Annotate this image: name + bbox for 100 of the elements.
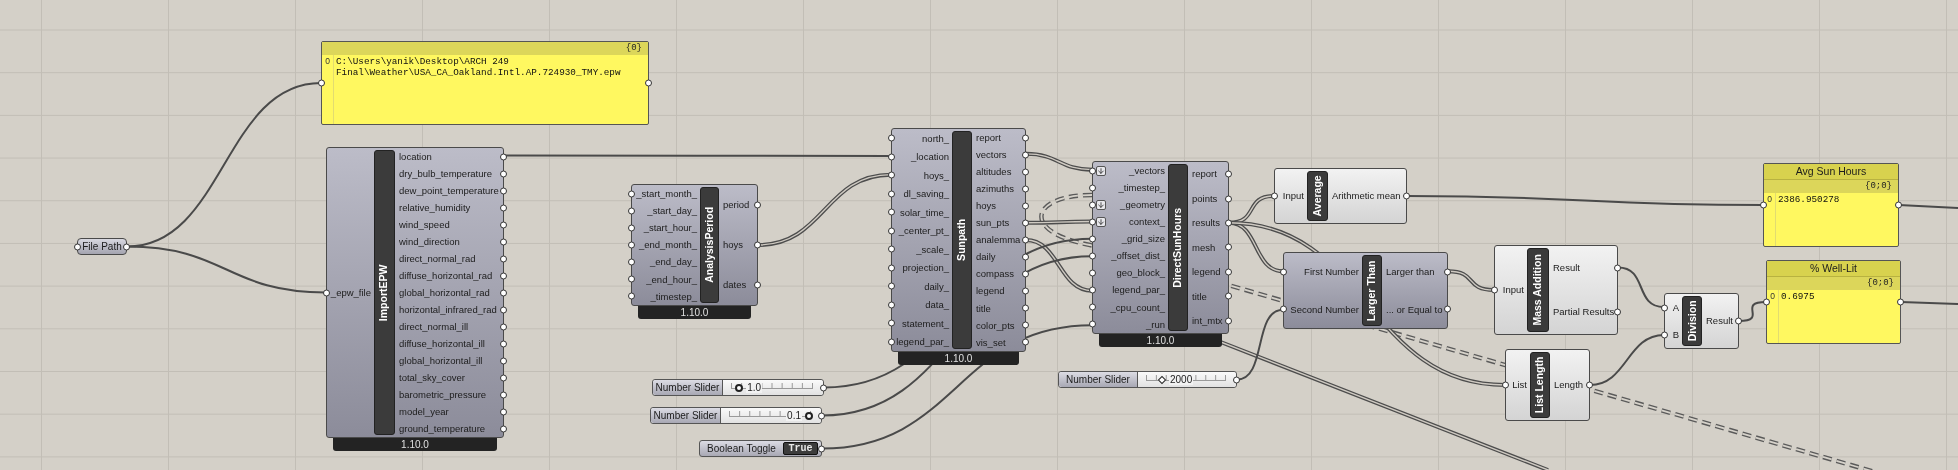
output-port[interactable] (1444, 268, 1451, 276)
output-port[interactable] (1735, 317, 1742, 325)
input-port[interactable] (628, 292, 635, 300)
output-port[interactable] (500, 170, 507, 177)
output-port[interactable] (1225, 317, 1232, 325)
input-port[interactable] (323, 289, 330, 296)
output-port[interactable] (500, 425, 507, 432)
input-port[interactable] (1760, 201, 1767, 209)
output-port[interactable] (1403, 192, 1410, 200)
output-port[interactable] (500, 153, 507, 160)
output-port[interactable] (500, 221, 507, 228)
input-port[interactable] (1089, 320, 1096, 328)
output-port[interactable] (1022, 202, 1029, 210)
input-port[interactable] (888, 338, 895, 346)
output-port[interactable] (1225, 170, 1232, 178)
input-port[interactable] (1280, 305, 1287, 313)
input-port[interactable] (1280, 268, 1287, 276)
output-port[interactable] (754, 241, 761, 249)
output-port[interactable] (1225, 195, 1232, 203)
input-port[interactable] (888, 227, 895, 235)
input-port[interactable] (1491, 286, 1498, 294)
parameter-node[interactable]: File Path (77, 238, 127, 255)
output-port[interactable] (1022, 270, 1029, 278)
input-port[interactable] (1089, 269, 1096, 277)
output-port[interactable] (500, 204, 507, 211)
output-port[interactable] (1225, 292, 1232, 300)
input-port[interactable] (888, 282, 895, 290)
flatten-icon[interactable] (1096, 216, 1106, 227)
output-port[interactable] (1022, 236, 1029, 244)
input-port[interactable] (888, 319, 895, 327)
input-port[interactable] (888, 245, 895, 253)
output-port[interactable] (500, 391, 507, 398)
output-port[interactable] (1444, 305, 1451, 313)
output-port[interactable] (500, 408, 507, 415)
output-port[interactable] (500, 272, 507, 279)
input-port[interactable] (74, 243, 81, 250)
output-port[interactable] (1022, 253, 1029, 261)
input-port[interactable] (628, 241, 635, 249)
input-port[interactable] (628, 258, 635, 266)
input-label: legend_par_ (896, 337, 949, 347)
output-port[interactable] (754, 201, 761, 209)
output-port[interactable] (1022, 151, 1029, 159)
output-port[interactable] (500, 306, 507, 313)
input-port[interactable] (628, 275, 635, 283)
output-port[interactable] (1022, 168, 1029, 176)
input-port[interactable] (1661, 304, 1668, 311)
output-port[interactable] (1586, 381, 1593, 389)
input-port[interactable] (1089, 184, 1096, 192)
panel[interactable]: % Well-Lit {0;0} 0 0.6975 (1766, 260, 1901, 344)
flatten-icon[interactable] (1096, 165, 1106, 176)
output-port[interactable] (500, 187, 507, 194)
output-port[interactable] (500, 374, 507, 381)
output-port[interactable] (1022, 134, 1029, 142)
output-port[interactable] (500, 340, 507, 347)
output-port[interactable] (1022, 219, 1029, 227)
input-port[interactable] (1502, 381, 1509, 389)
input-port[interactable] (1271, 192, 1278, 200)
input-port[interactable] (628, 207, 635, 215)
output-port[interactable] (1225, 243, 1232, 251)
output-port[interactable] (1022, 338, 1029, 346)
input-port[interactable] (888, 301, 895, 309)
output-port[interactable] (500, 289, 507, 296)
input-port[interactable] (1661, 331, 1668, 338)
output-port[interactable] (754, 281, 761, 289)
output-port[interactable] (1022, 321, 1029, 329)
output-port[interactable] (1614, 308, 1621, 316)
output-port[interactable] (1895, 201, 1902, 209)
input-port[interactable] (888, 264, 895, 272)
input-port[interactable] (888, 190, 895, 198)
output-port[interactable] (1225, 219, 1232, 227)
input-port[interactable] (888, 153, 895, 161)
input-port[interactable] (888, 171, 895, 179)
output-port[interactable] (1022, 287, 1029, 295)
panel[interactable]: Avg Sun Hours {0;0} 0 2386.950278 (1763, 163, 1899, 247)
input-port[interactable] (1089, 235, 1096, 243)
output-port[interactable] (1022, 185, 1029, 193)
output-port[interactable] (500, 238, 507, 245)
output-port[interactable] (500, 323, 507, 330)
flatten-icon[interactable] (1096, 199, 1106, 210)
panel[interactable]: {0} 0 C:\Users\yanik\Desktop\ARCH 249 Final\Weather\USA_CA_Oakland.Intl.AP.724930_TMY.epw (321, 41, 649, 125)
input-port[interactable] (888, 208, 895, 216)
input-port[interactable] (628, 190, 635, 198)
input-port[interactable] (628, 224, 635, 232)
input-port[interactable] (1089, 252, 1096, 260)
input-port[interactable] (1763, 298, 1770, 306)
output-port[interactable] (1897, 298, 1904, 306)
toggle-value[interactable]: True (783, 442, 818, 455)
input-port[interactable] (1089, 303, 1096, 311)
output-port[interactable] (1614, 264, 1621, 272)
toggle[interactable]: Boolean Toggle True (699, 440, 822, 457)
output-port[interactable] (818, 445, 825, 452)
output-port[interactable] (500, 255, 507, 262)
output-port[interactable] (645, 79, 652, 87)
output-port[interactable] (123, 243, 130, 250)
input-port[interactable] (1089, 286, 1096, 294)
input-port[interactable] (318, 79, 325, 87)
output-port[interactable] (500, 357, 507, 364)
input-port[interactable] (888, 134, 895, 142)
output-port[interactable] (1225, 268, 1232, 276)
output-port[interactable] (1022, 304, 1029, 312)
